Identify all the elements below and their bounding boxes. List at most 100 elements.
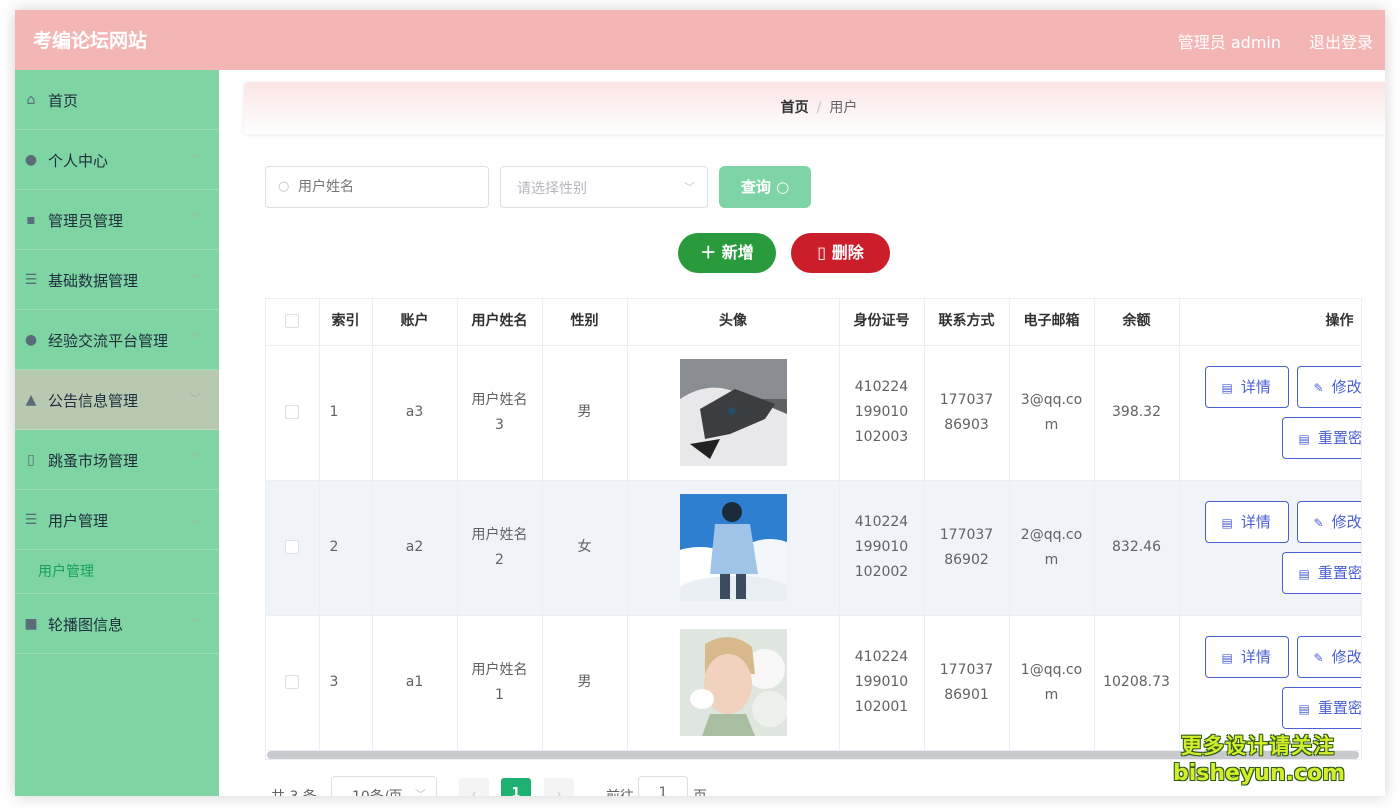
sidebar-item-label: 公告信息管理: [48, 392, 139, 410]
name-search-input[interactable]: [298, 175, 478, 199]
sidebar-item-user[interactable]: ☰ 用户管理 ︿: [15, 490, 219, 550]
menu-icon: ☰: [24, 512, 38, 528]
sidebar-item-home[interactable]: ⌂ 首页: [15, 70, 219, 130]
column-header: 余额: [1094, 299, 1180, 346]
site-title: 考编论坛网站: [33, 30, 148, 52]
delete-button[interactable]: ▯ 删除: [791, 233, 890, 273]
sidebar-item-flea-market[interactable]: ▯ 跳蚤市场管理 ﹀: [15, 430, 219, 490]
column-header: 电子邮箱: [1009, 299, 1095, 346]
edit-button[interactable]: ✎ 修改: [1296, 500, 1361, 543]
document-icon: ▤: [1298, 566, 1310, 581]
sidebar-subitem-label: 用户管理: [38, 564, 94, 580]
edit-button-label: 修改: [1331, 647, 1362, 666]
chevron-down-icon: ﹀: [188, 272, 201, 286]
phone-icon: ▯: [27, 452, 35, 468]
reset-password-button[interactable]: ▤ 重置密: [1281, 551, 1361, 594]
sidebar: ⌂ 首页 ● 个人中心 ﹀ ▪ 管理员管理 ﹀ ☰ 基础数据管理 ﹀ ● 经验交…: [15, 70, 219, 796]
operations-cell: ▤ 详情 ✎ 修改 ▤ 重置密: [1179, 615, 1362, 751]
row-checkbox[interactable]: [285, 540, 300, 554]
sidebar-item-label: 跳蚤市场管理: [48, 452, 139, 470]
sidebar-item-basic-data[interactable]: ☰ 基础数据管理 ﹀: [15, 250, 219, 310]
goto-page-input[interactable]: 1: [638, 776, 688, 796]
document-icon: ▤: [1221, 515, 1233, 530]
reset-password-button[interactable]: ▤ 重置密: [1281, 416, 1361, 459]
id-card-cell: 410224199010102001: [839, 615, 925, 751]
column-header: 账户: [372, 299, 458, 346]
document-icon: ▤: [1221, 380, 1233, 395]
id-card-cell: 410224199010102003: [839, 345, 925, 481]
pencil-icon: ✎: [1313, 515, 1324, 530]
balance-cell: 832.46: [1094, 480, 1180, 616]
goto-label: 前往: [606, 786, 634, 796]
sidebar-subitem-user[interactable]: 用户管理: [15, 550, 219, 594]
top-header: 考编论坛网站 管理员 admin 退出登录: [15, 10, 1385, 70]
balloon-icon: ●: [24, 332, 38, 348]
chevron-down-icon: ﹀: [684, 181, 695, 194]
select-all-checkbox[interactable]: [285, 314, 300, 329]
query-button[interactable]: 查询 ○: [719, 166, 811, 208]
gender-cell: 男: [542, 615, 628, 751]
column-header: 索引: [319, 299, 373, 346]
page-size-select[interactable]: 10条/页 ﹀: [331, 776, 437, 796]
name-search-field[interactable]: ○: [265, 166, 489, 208]
index-cell: 3: [319, 615, 373, 751]
gender-select[interactable]: 请选择性别 ﹀: [500, 166, 708, 208]
email-cell: 2@qq.com: [1009, 480, 1095, 616]
breadcrumb-separator: /: [816, 100, 822, 116]
chevron-down-icon: ﹀: [188, 616, 201, 630]
add-button-label: 新增: [721, 243, 754, 262]
next-page-button[interactable]: ›: [544, 778, 574, 796]
detail-button-label: 详情: [1240, 512, 1271, 531]
select-all-cell[interactable]: [266, 299, 320, 346]
chat-icon: ▪: [26, 212, 36, 228]
user-icon: ●: [24, 152, 38, 168]
sidebar-item-label: 用户管理: [48, 512, 109, 530]
stamp-icon: ▲: [25, 392, 37, 408]
sidebar-item-carousel[interactable]: ■ 轮播图信息 ﹀: [15, 594, 219, 654]
name-cell: 用户姓名1: [457, 615, 543, 751]
email-cell: 1@qq.com: [1009, 615, 1095, 751]
prev-page-button[interactable]: ‹: [459, 778, 489, 796]
sidebar-item-label: 管理员管理: [48, 212, 124, 230]
home-icon: ⌂: [26, 92, 36, 108]
sidebar-item-experience[interactable]: ● 经验交流平台管理 ﹀: [15, 310, 219, 370]
phone-cell: 17703786903: [924, 345, 1010, 481]
sidebar-item-personal-center[interactable]: ● 个人中心 ﹀: [15, 130, 219, 190]
row-checkbox[interactable]: [285, 405, 300, 419]
sidebar-item-label: 经验交流平台管理: [48, 332, 169, 350]
row-select-cell: [266, 615, 320, 751]
edit-button[interactable]: ✎ 修改: [1296, 365, 1362, 408]
gender-select-placeholder: 请选择性别: [517, 181, 587, 197]
phone-cell: 17703786902: [924, 480, 1010, 616]
edit-button-label: 修改: [1331, 377, 1362, 396]
film-icon: ■: [24, 616, 38, 632]
user-table: 索引 账户 用户姓名 性别 头像 身份证号 联系方式 电子邮箱 余额 操作 1 …: [265, 298, 1362, 760]
table-header-row: 索引 账户 用户姓名 性别 头像 身份证号 联系方式 电子邮箱 余额 操作: [266, 299, 1361, 346]
reset-password-button[interactable]: ▤ 重置密: [1281, 686, 1361, 729]
sidebar-item-notice[interactable]: ▲ 公告信息管理 ﹀: [15, 370, 219, 430]
add-button[interactable]: ＋ 新增: [678, 233, 776, 273]
detail-button[interactable]: ▤ 详情: [1204, 500, 1289, 543]
page-number[interactable]: 1: [501, 778, 531, 796]
main-content: 首页 / 用户 ○ 请选择性别 ﹀ 查询 ○ ＋ 新增 ▯ 删除 索引: [219, 70, 1385, 796]
query-button-label: 查询: [740, 178, 771, 196]
logout-link[interactable]: 退出登录: [1309, 29, 1373, 53]
detail-button[interactable]: ▤ 详情: [1204, 365, 1289, 408]
detail-button-label: 详情: [1240, 647, 1271, 666]
breadcrumb-home[interactable]: 首页: [781, 100, 809, 116]
page-size-value: 10条/页: [352, 786, 403, 796]
breadcrumb: 首页 / 用户: [244, 82, 1385, 134]
edit-button[interactable]: ✎ 修改: [1296, 635, 1362, 678]
row-checkbox[interactable]: [285, 675, 300, 689]
pencil-icon: ✎: [1313, 380, 1324, 395]
watermark-line2: bisheyun.com: [1173, 761, 1346, 786]
delete-button-label: 删除: [831, 243, 864, 262]
email-cell: 3@qq.com: [1009, 345, 1095, 481]
detail-button[interactable]: ▤ 详情: [1204, 635, 1289, 678]
document-icon: ▤: [1298, 431, 1310, 446]
chevron-down-icon: ﹀: [188, 152, 201, 166]
chevron-down-icon: ﹀: [188, 392, 201, 406]
sidebar-item-admin[interactable]: ▪ 管理员管理 ﹀: [15, 190, 219, 250]
chevron-down-icon: ﹀: [415, 788, 426, 796]
chevron-down-icon: ﹀: [188, 212, 201, 226]
